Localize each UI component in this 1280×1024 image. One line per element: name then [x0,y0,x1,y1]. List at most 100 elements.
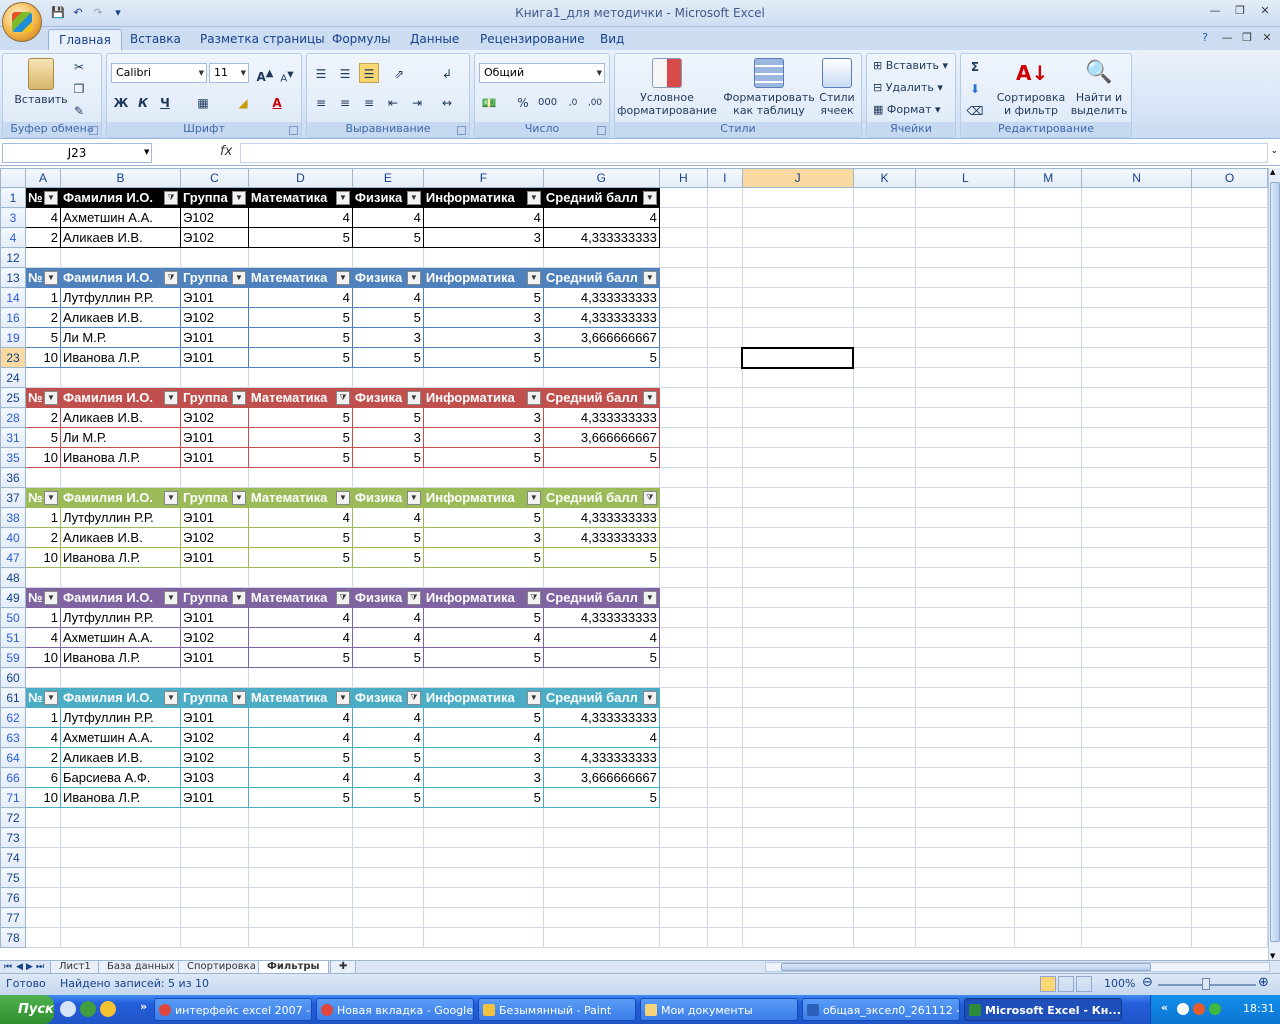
cell[interactable] [59,927,181,948]
cell[interactable] [706,527,743,548]
cell[interactable] [852,347,917,368]
cell[interactable] [1190,587,1268,608]
column-header[interactable]: I [706,168,743,188]
dialog-launcher-icon[interactable] [89,126,98,135]
cell[interactable] [741,487,854,508]
row-header[interactable]: 78 [0,927,26,948]
cell[interactable] [1014,527,1083,548]
cell[interactable] [422,827,544,848]
maximize-icon[interactable]: ❐ [1229,2,1251,20]
cell[interactable] [915,727,1016,748]
column-header[interactable]: K [852,168,917,188]
cell[interactable] [852,927,917,948]
cell[interactable] [247,887,353,908]
cell[interactable] [852,767,917,788]
vertical-scroll-thumb[interactable] [1270,182,1280,942]
cell[interactable] [422,567,544,588]
table-cell[interactable]: Э101 [179,427,249,448]
filter-dropdown-icon[interactable]: ▼ [406,271,421,285]
filter-active-icon[interactable]: ⧩ [335,591,350,605]
cell[interactable] [706,667,743,688]
filter-dropdown-icon[interactable]: ▼ [231,391,246,405]
table-column-header[interactable]: Математика ▼ [247,187,353,208]
cell[interactable] [741,687,854,708]
table-cell[interactable]: 1 [24,707,61,728]
cell[interactable] [658,487,708,508]
cell[interactable] [351,367,424,388]
table-cell[interactable]: 1 [24,507,61,528]
table-cell[interactable]: Э102 [179,307,249,328]
decrease-decimal-icon[interactable]: ,00 [585,92,605,112]
cell[interactable] [1014,847,1083,868]
table-column-header[interactable]: Фамилия И.О. ▼ [59,387,181,408]
row-header[interactable]: 61 [0,687,26,708]
cell[interactable] [741,607,854,628]
cell[interactable] [852,307,917,328]
cell[interactable] [658,607,708,628]
filter-dropdown-icon[interactable]: ▼ [163,591,178,605]
zoom-in-icon[interactable]: ⊕ [1258,975,1269,990]
cell[interactable] [179,887,249,908]
cell[interactable] [852,427,917,448]
column-header[interactable]: G [542,168,660,188]
cell[interactable] [59,667,181,688]
column-header[interactable]: O [1190,168,1268,188]
wrap-text-icon[interactable]: ↲ [437,63,457,83]
cell[interactable] [658,327,708,348]
decrease-indent-icon[interactable]: ⇤ [383,92,403,112]
cell[interactable] [24,887,61,908]
filter-dropdown-icon[interactable]: ▼ [43,191,58,205]
table-cell[interactable]: 5 [247,227,353,248]
row-header[interactable]: 50 [0,607,26,628]
cell[interactable] [1190,927,1268,948]
cell[interactable] [1081,747,1192,768]
cell[interactable] [1014,207,1083,228]
cell[interactable] [59,887,181,908]
tray-icon-2[interactable] [1193,1003,1205,1015]
cell[interactable] [24,927,61,948]
table-cell[interactable]: 5 [24,327,61,348]
cell[interactable] [706,687,743,708]
cell[interactable] [741,447,854,468]
table-cell[interactable]: 2 [24,307,61,328]
cell[interactable] [1081,627,1192,648]
column-header[interactable]: E [351,168,424,188]
cell[interactable] [1081,787,1192,808]
cell[interactable] [1014,247,1083,268]
cell[interactable] [24,907,61,928]
increase-decimal-icon[interactable]: ,0 [563,92,583,112]
filter-active-icon[interactable]: ⧩ [335,391,350,405]
table-cell[interactable]: 5 [247,447,353,468]
fill-color-icon[interactable]: ◢ [233,92,253,112]
table-column-header[interactable]: Средний балл ▼ [542,687,660,708]
cell[interactable] [1190,347,1268,368]
filter-dropdown-icon[interactable]: ▼ [43,271,58,285]
cell[interactable] [741,247,854,268]
delete-cells-button[interactable]: ⊟ Удалить ▾ [873,78,943,98]
row-header[interactable]: 77 [0,907,26,928]
cell[interactable] [658,667,708,688]
cell[interactable] [1014,647,1083,668]
table-cell[interactable]: Аликаев И.В. [59,747,181,768]
table-cell[interactable]: 5 [247,327,353,348]
table-cell[interactable]: 3 [422,227,544,248]
cell[interactable] [59,567,181,588]
table-column-header[interactable]: Информатика ▼ [422,487,544,508]
help-icon[interactable]: ? [1194,29,1216,47]
table-cell[interactable]: 5 [422,707,544,728]
filter-dropdown-icon[interactable]: ▼ [642,391,657,405]
cell[interactable] [1190,307,1268,328]
table-cell[interactable]: 5 [351,447,424,468]
cell[interactable] [24,847,61,868]
filter-dropdown-icon[interactable]: ▼ [526,271,541,285]
align-middle-icon[interactable]: ☰ [335,63,355,83]
minimize-icon[interactable]: — [1204,2,1226,20]
tab-page-layout[interactable]: Разметка страницы [190,29,335,50]
column-header[interactable]: M [1014,168,1083,188]
cell[interactable] [179,247,249,268]
cell[interactable] [852,887,917,908]
select-all-corner[interactable] [0,168,26,188]
cell[interactable] [658,547,708,568]
borders-icon[interactable]: ▦ [193,92,213,112]
table-column-header[interactable]: Группа ▼ [179,587,249,608]
